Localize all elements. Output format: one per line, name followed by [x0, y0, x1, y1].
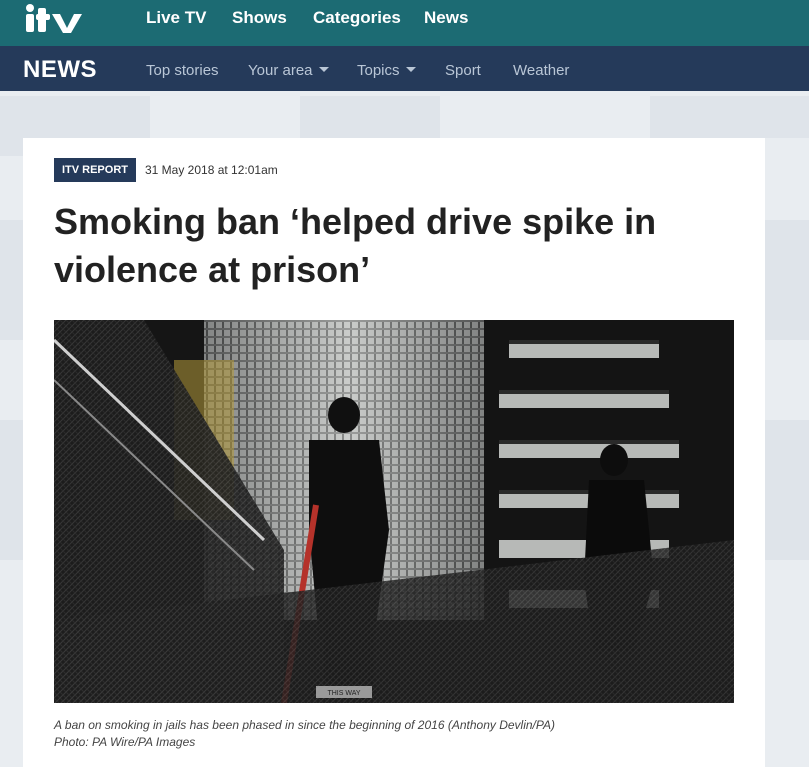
nav-shows[interactable]: Shows: [232, 8, 287, 28]
subnav-sport-label: Sport: [445, 62, 481, 79]
background-tile: [0, 420, 23, 560]
background-tile: [765, 220, 809, 340]
news-section-title[interactable]: NEWS: [23, 56, 97, 84]
subnav-top-stories[interactable]: Top stories: [146, 62, 219, 79]
headline-line-1: Smoking ban ‘helped drive spike in: [54, 201, 657, 242]
subnav-topics-label: Topics: [357, 62, 400, 79]
image-sign-text: THIS WAY: [327, 690, 360, 697]
prison-photo-illustration: THIS WAY: [54, 320, 734, 703]
background-tile: [650, 96, 809, 138]
article-date: 31 May 2018 at 12:01am: [145, 163, 278, 177]
caption-line-1: A ban on smoking in jails has been phase…: [54, 718, 555, 732]
subnav-weather-label: Weather: [513, 62, 570, 79]
itv-logo[interactable]: [24, 2, 88, 36]
itv-top-bar: [0, 0, 809, 46]
subnav-your-area[interactable]: Your area: [248, 62, 329, 79]
subnav-top-stories-label: Top stories: [146, 62, 219, 79]
subnav-weather[interactable]: Weather: [513, 62, 569, 79]
background-tile: [0, 220, 23, 340]
image-caption: A ban on smoking in jails has been phase…: [54, 717, 744, 751]
chevron-down-icon: [318, 67, 329, 72]
chevron-down-icon: [405, 67, 416, 72]
background-tile: [765, 420, 809, 560]
nav-live-tv[interactable]: Live TV: [146, 8, 206, 28]
report-badge: ITV REPORT: [54, 158, 136, 182]
article-image[interactable]: THIS WAY: [54, 320, 734, 703]
nav-categories[interactable]: Categories: [313, 8, 401, 28]
headline-line-2: violence at prison’: [54, 249, 371, 290]
subnav-your-area-label: Your area: [248, 62, 313, 79]
background-tile: [300, 96, 440, 138]
caption-line-2: Photo: PA Wire/PA Images: [54, 735, 196, 749]
nav-news[interactable]: News: [424, 8, 468, 28]
subnav-topics[interactable]: Topics: [357, 62, 416, 79]
article-headline: Smoking ban ‘helped drive spike in viole…: [54, 198, 744, 294]
subnav-sport[interactable]: Sport: [445, 62, 481, 79]
